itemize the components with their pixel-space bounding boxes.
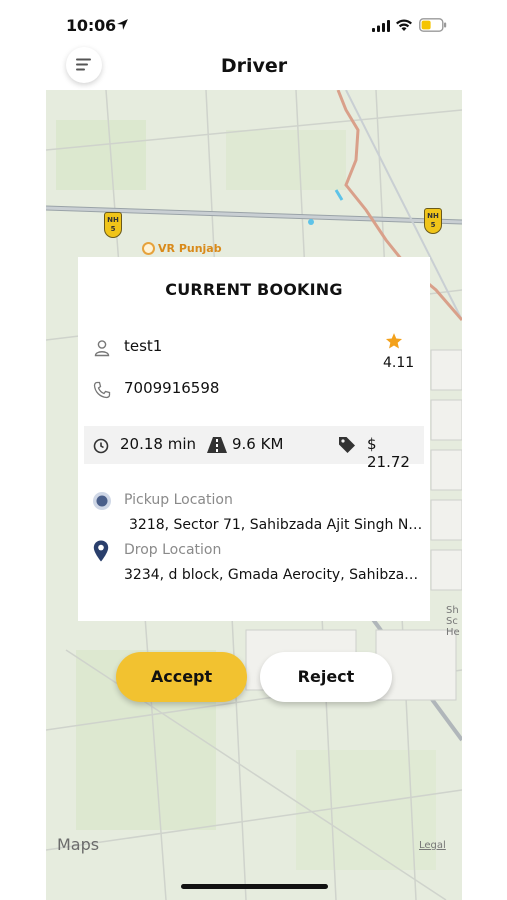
reject-button[interactable]: Reject: [260, 652, 392, 702]
trip-stats-bar: 20.18 min 9.6 KM $ 21.72: [84, 426, 424, 471]
drop-location-pin-icon: [93, 540, 109, 562]
legal-link[interactable]: Legal: [419, 840, 446, 851]
home-indicator[interactable]: [181, 884, 328, 889]
customer-phone[interactable]: 7009916598: [124, 379, 219, 397]
drop-address: 3234, d block, Gmada Aerocity, Sahibzada…: [124, 567, 426, 583]
trip-duration: 20.18 min: [120, 435, 196, 453]
maps-logo: Maps: [57, 835, 100, 854]
phone-icon: [93, 381, 111, 399]
battery-icon: [419, 18, 447, 32]
wifi-icon: [396, 19, 412, 31]
road-icon: [207, 437, 227, 453]
app-header: Driver: [46, 44, 462, 90]
card-title: CURRENT BOOKING: [165, 280, 343, 299]
page-title: Driver: [220, 55, 288, 77]
pickup-label: Pickup Location: [124, 492, 233, 508]
place-marker-icon: [142, 242, 155, 255]
pickup-location-icon: [93, 492, 111, 510]
drop-label: Drop Location: [124, 542, 222, 558]
user-icon: [94, 340, 110, 357]
current-booking-card: CURRENT BOOKING test1 7009916598 4.11 20…: [78, 257, 430, 621]
highway-shield-icon: NH 5: [424, 208, 442, 234]
highway-shield-icon: NH 5: [104, 212, 122, 238]
status-time: 10:06: [66, 16, 116, 35]
signal-icon: [372, 20, 390, 32]
status-bar: 10:06: [0, 0, 507, 48]
location-arrow-icon: [117, 19, 128, 30]
price-tag-icon: [339, 437, 355, 453]
driver-screen: { "status_bar": { "time": "10:06", "icon…: [0, 0, 507, 900]
map-side-label: Sh Sc He: [446, 605, 460, 638]
place-label: VR Punjab: [158, 242, 222, 255]
accept-button[interactable]: Accept: [116, 652, 247, 702]
trip-distance: 9.6 KM: [232, 435, 284, 453]
clock-icon: [93, 438, 109, 454]
trip-fare: $ 21.72: [367, 435, 410, 471]
customer-rating: 4.11: [383, 355, 415, 371]
customer-name: test1: [124, 337, 163, 355]
pickup-address: 3218, Sector 71, Sahibzada Ajit Singh Na…: [129, 517, 425, 533]
star-icon: [385, 333, 403, 349]
